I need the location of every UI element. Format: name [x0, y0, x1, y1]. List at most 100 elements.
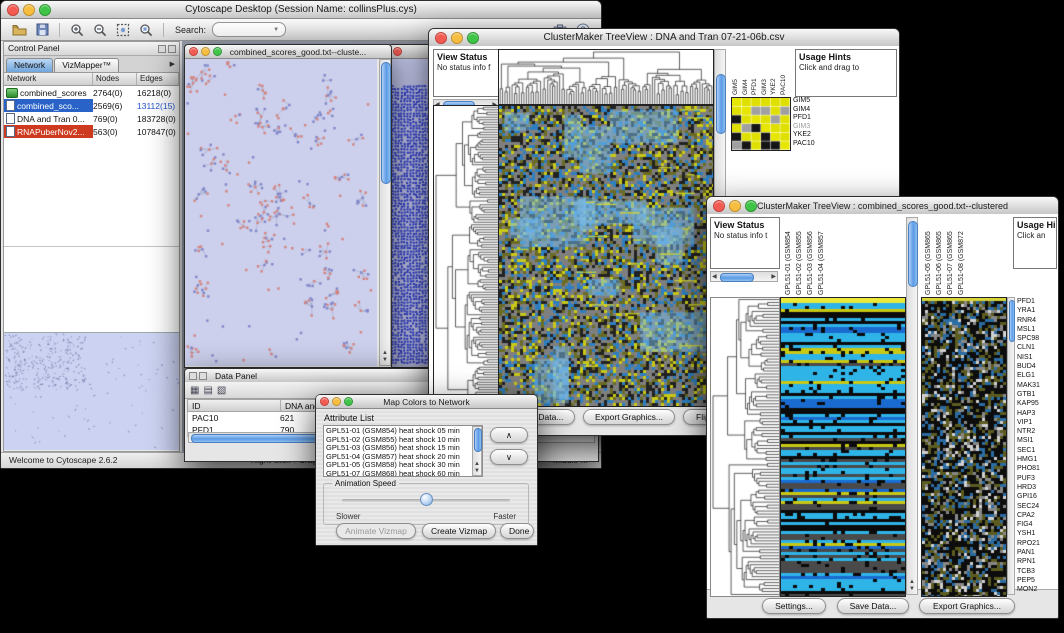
gene-label[interactable]: NIS1: [1017, 353, 1057, 362]
settings-button[interactable]: Settings...: [762, 598, 826, 614]
gene-label[interactable]: NTR2: [1017, 427, 1057, 436]
heatmap-main[interactable]: [780, 297, 906, 597]
gene-label[interactable]: PAN1: [1017, 548, 1057, 557]
gene-label[interactable]: TCB3: [1017, 567, 1057, 576]
zoom-fit-icon[interactable]: [113, 21, 133, 38]
attribute-select-icon[interactable]: ▦: [190, 385, 199, 396]
gene-label[interactable]: MSI1: [1017, 436, 1057, 445]
scrollbar-arrows[interactable]: ▲▼: [473, 461, 481, 475]
search-input[interactable]: ▼: [212, 22, 286, 37]
column-header-nodes[interactable]: Nodes: [93, 73, 137, 85]
network-list-row[interactable]: combined_sco...2569(6)13112(15): [4, 99, 179, 112]
matrix-row-label[interactable]: YKE2: [793, 131, 827, 140]
gene-label[interactable]: RPO21: [1017, 539, 1057, 548]
scrollbar-arrows[interactable]: ▲▼: [907, 579, 917, 593]
gene-label[interactable]: PUF3: [1017, 474, 1057, 483]
gene-label[interactable]: GTB1: [1017, 390, 1057, 399]
attribute-delete-icon[interactable]: ▧: [217, 385, 226, 396]
minimize-button[interactable]: [201, 47, 210, 56]
attribute-item[interactable]: GPL51-07 (GSM868) heat shock 60 min: [326, 470, 470, 477]
tab-network[interactable]: Network: [6, 58, 53, 72]
matrix-row-label[interactable]: PFD1: [793, 114, 827, 123]
zoom-selected-icon[interactable]: [136, 21, 156, 38]
gene-label[interactable]: KAP95: [1017, 399, 1057, 408]
gene-label[interactable]: HMG1: [1017, 455, 1057, 464]
gene-label[interactable]: MSL1: [1017, 325, 1057, 334]
export-graphics-button[interactable]: Export Graphics...: [583, 409, 675, 425]
scrollbar-thumb[interactable]: [720, 273, 754, 282]
close-button[interactable]: [189, 47, 198, 56]
close-button[interactable]: [435, 32, 447, 44]
minimize-button[interactable]: [23, 4, 35, 16]
gene-label[interactable]: MAK31: [1017, 381, 1057, 390]
attribute-item[interactable]: GPL51-03 (GSM856) heat shock 15 min: [326, 444, 470, 453]
matrix-row-label[interactable]: PAC10: [793, 140, 827, 149]
tab-vizmapper[interactable]: VizMapper™: [54, 58, 119, 72]
scrollbar-thumb[interactable]: [1009, 300, 1015, 342]
matrix-row-label[interactable]: GIM5: [793, 97, 827, 106]
gene-label[interactable]: SEC1: [1017, 446, 1057, 455]
row-dendrogram[interactable]: [710, 297, 780, 597]
scrollbar-thumb[interactable]: [908, 221, 918, 287]
gene-label[interactable]: HRD3: [1017, 483, 1057, 492]
network-list-row[interactable]: DNA and Tran 0...769(0)183728(0): [4, 112, 179, 125]
close-button[interactable]: [713, 200, 725, 212]
network-list-row[interactable]: RNAPuberNov2...563(0)107847(0): [4, 125, 179, 138]
move-down-button[interactable]: ∨: [490, 449, 528, 465]
network-window-titlebar[interactable]: combined_scores_good.txt--cluste...: [185, 45, 391, 59]
minimize-button[interactable]: [451, 32, 463, 44]
close-panel-icon[interactable]: [168, 45, 176, 53]
gene-label[interactable]: MON2: [1017, 585, 1057, 594]
close-button[interactable]: [393, 47, 402, 56]
gene-label[interactable]: RPN1: [1017, 557, 1057, 566]
export-graphics-button[interactable]: Export Graphics...: [919, 598, 1015, 614]
scroll-left-arrow[interactable]: ◀: [712, 274, 717, 281]
speed-slider-thumb[interactable]: [420, 493, 433, 506]
column-header-id[interactable]: ID: [188, 400, 281, 411]
scrollbar-arrows[interactable]: ▲▼: [380, 350, 390, 364]
attribute-list-vscrollbar[interactable]: ▲▼: [472, 426, 482, 476]
save-icon[interactable]: [32, 21, 52, 38]
close-panel-icon[interactable]: [199, 372, 207, 380]
attribute-list-icon[interactable]: ▤: [203, 385, 212, 396]
gene-label[interactable]: CPA2: [1017, 511, 1057, 520]
minimize-button[interactable]: [729, 200, 741, 212]
close-button[interactable]: [320, 397, 329, 406]
animate-vizmap-button[interactable]: Animate Vizmap: [336, 523, 416, 539]
matrix-row-label[interactable]: GIM3: [793, 123, 827, 132]
heatmap-vscrollbar[interactable]: ▲▼: [906, 217, 918, 595]
create-vizmap-button[interactable]: Create Vizmap: [422, 523, 496, 539]
done-button[interactable]: Done: [500, 523, 534, 539]
scroll-right-arrow[interactable]: ▶: [771, 274, 776, 281]
save-data-button[interactable]: Save Data...: [837, 598, 909, 614]
gene-label[interactable]: PEP5: [1017, 576, 1057, 585]
dendrogram-hscrollbar[interactable]: ◀ ▶: [710, 271, 778, 282]
attribute-item[interactable]: GPL51-05 (GSM858) heat shock 30 min: [326, 461, 470, 470]
treeview-dna-titlebar[interactable]: ClusterMaker TreeView : DNA and Tran 07-…: [429, 29, 899, 47]
column-dendrogram[interactable]: [498, 49, 714, 105]
heatmap-main[interactable]: [498, 105, 714, 407]
network-vertical-scrollbar[interactable]: ▲▼: [379, 59, 391, 366]
scrollbar-thumb[interactable]: [381, 62, 391, 184]
row-dendrogram[interactable]: [433, 105, 499, 407]
attribute-item[interactable]: GPL51-04 (GSM857) heat shock 20 min: [326, 453, 470, 462]
column-header-edges[interactable]: Edges: [137, 73, 179, 85]
gene-label[interactable]: PFD1: [1017, 297, 1057, 306]
attribute-item[interactable]: GPL51-01 (GSM854) heat shock 05 min: [326, 427, 470, 436]
dialog-titlebar[interactable]: Map Colors to Network: [316, 395, 537, 409]
matrix-row-label[interactable]: GIM4: [793, 106, 827, 115]
zoom-out-icon[interactable]: [90, 21, 110, 38]
gene-label[interactable]: PHO81: [1017, 464, 1057, 473]
overview-vscrollbar[interactable]: [1007, 297, 1015, 595]
gene-label[interactable]: CLN1: [1017, 343, 1057, 352]
gene-label[interactable]: SPC98: [1017, 334, 1057, 343]
gene-label[interactable]: YSH1: [1017, 529, 1057, 538]
matrix-network-canvas[interactable]: [389, 59, 433, 367]
gene-label[interactable]: SEC24: [1017, 502, 1057, 511]
gene-label[interactable]: VIP1: [1017, 418, 1057, 427]
network-list-row[interactable]: combined_scores2764(0)16218(0): [4, 86, 179, 99]
scrollbar-thumb[interactable]: [716, 74, 726, 134]
float-panel-icon[interactable]: [158, 45, 166, 53]
tab-overflow-arrow[interactable]: ▶: [166, 58, 179, 72]
network-canvas[interactable]: [185, 59, 377, 366]
